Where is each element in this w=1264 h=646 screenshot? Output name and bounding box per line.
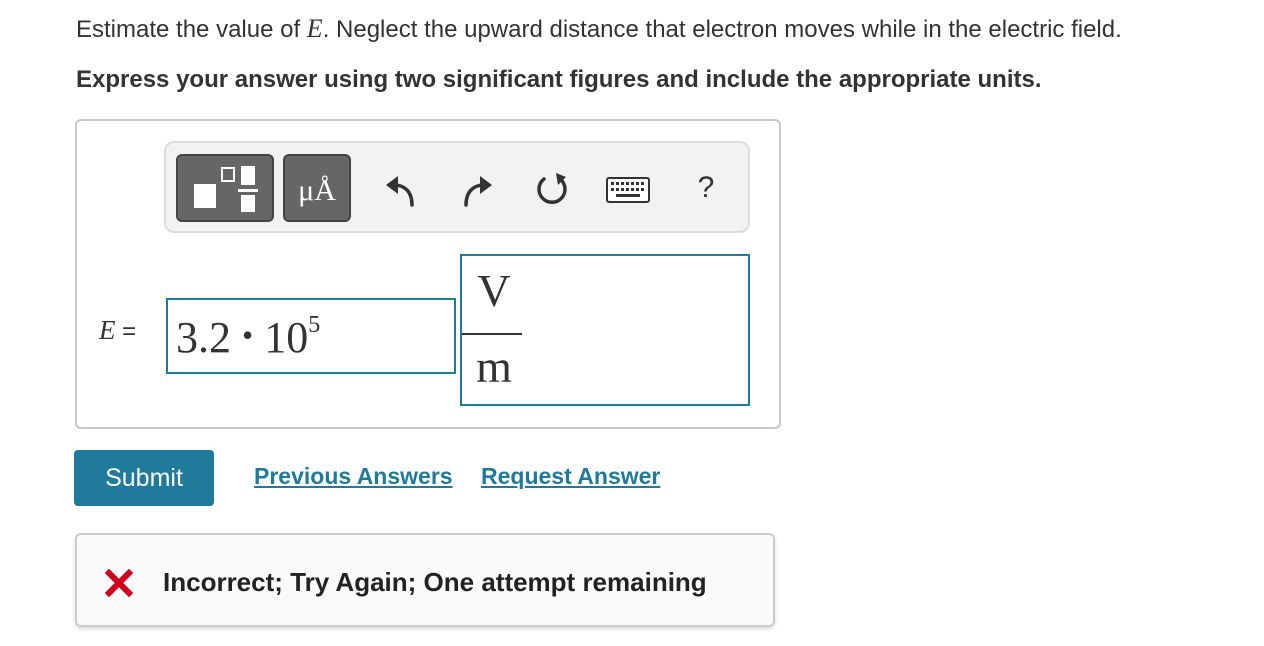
incorrect-x-icon <box>105 569 133 597</box>
units-icon: μÅ <box>298 174 336 207</box>
reset-icon <box>537 173 567 204</box>
reset-button[interactable] <box>530 167 574 211</box>
undo-icon <box>386 176 414 207</box>
keyboard-icon <box>606 177 650 203</box>
value-mantissa: 3.2 <box>176 313 231 362</box>
units-button[interactable]: μÅ <box>283 154 351 222</box>
answer-box: μÅ ? E = 3.2 • 105 V m <box>75 119 781 429</box>
question-prefix: Estimate the value of <box>76 16 307 43</box>
fraction-bar <box>462 333 522 335</box>
answer-variable: E <box>99 315 116 345</box>
unit-denominator: m <box>476 341 512 392</box>
undo-button[interactable] <box>378 167 422 211</box>
question-variable: E <box>306 14 323 43</box>
redo-button[interactable] <box>456 167 500 211</box>
question-text: Estimate the value of E. Neglect the upw… <box>76 14 1122 44</box>
help-icon[interactable]: ? <box>686 163 726 213</box>
submit-button[interactable]: Submit <box>74 450 214 506</box>
equals-sign: = <box>122 318 137 345</box>
question-suffix: . Neglect the upward distance that elect… <box>322 16 1122 43</box>
keyboard-button[interactable] <box>606 177 650 205</box>
equation-label: E = <box>99 315 136 346</box>
units-input[interactable]: V m <box>460 254 750 406</box>
request-answer-link[interactable]: Request Answer <box>481 463 660 490</box>
value-exponent: 5 <box>308 312 321 338</box>
previous-answers-link[interactable]: Previous Answers <box>254 463 453 490</box>
feedback-message: Incorrect; Try Again; One attempt remain… <box>163 567 707 597</box>
templates-button[interactable] <box>176 154 274 222</box>
templates-icon <box>194 166 258 212</box>
answer-instruction: Express your answer using two significan… <box>76 66 1042 93</box>
unit-numerator: V <box>477 265 511 316</box>
value-expression: 3.2 • 105 <box>176 312 320 363</box>
math-toolbar: μÅ ? <box>164 141 750 233</box>
feedback-panel: Incorrect; Try Again; One attempt remain… <box>75 533 775 627</box>
value-base: 10 <box>264 313 309 362</box>
value-operator: • <box>242 317 254 353</box>
value-input[interactable]: 3.2 • 105 <box>166 298 456 374</box>
redo-icon <box>464 176 492 207</box>
